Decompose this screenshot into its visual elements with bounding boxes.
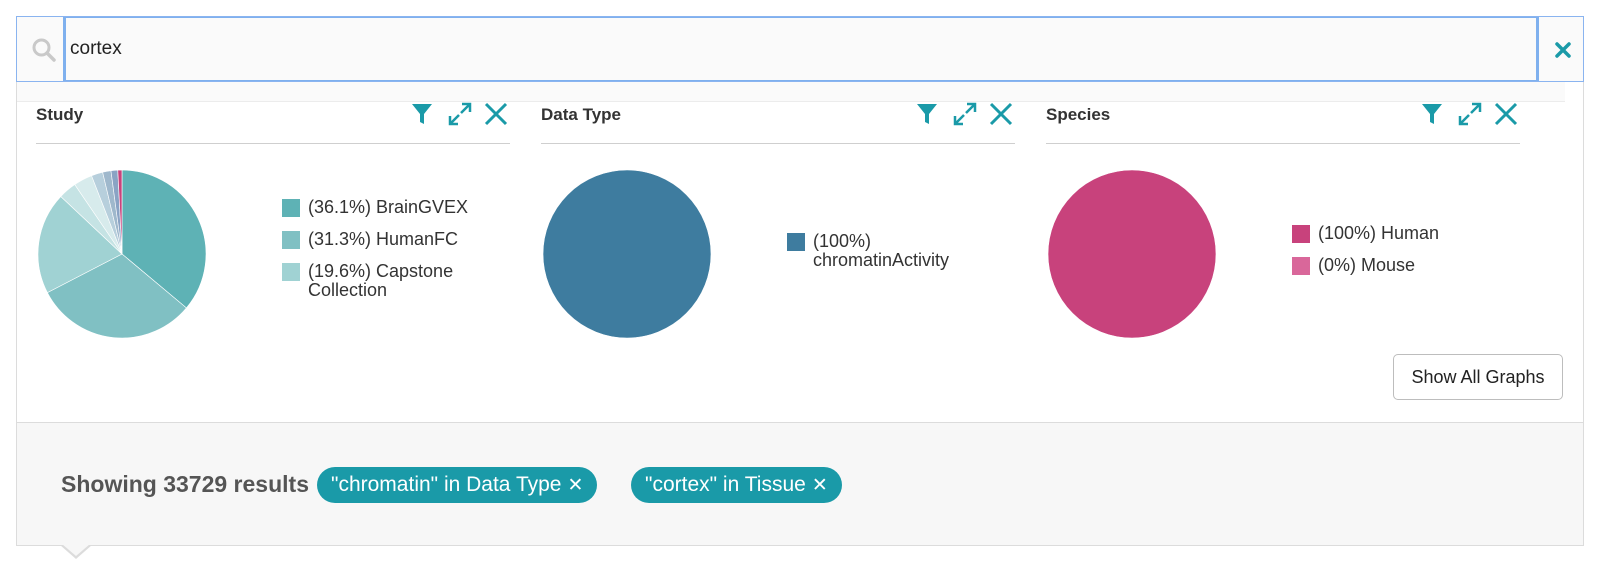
legend-item[interactable]: (0%) Mouse: [1292, 256, 1492, 275]
legend-item[interactable]: (19.6%) Capstone Collection: [282, 262, 472, 300]
filter-chip-tissue[interactable]: "cortex" in Tissue ✕: [631, 467, 842, 503]
card-tools: [400, 100, 510, 130]
filter-icon[interactable]: [408, 100, 436, 128]
panel-top-band: [17, 82, 1565, 102]
close-icon[interactable]: [1492, 100, 1520, 128]
legend-label: (36.1%) BrainGVEX: [308, 197, 469, 217]
clear-search-icon[interactable]: [1551, 36, 1575, 62]
pie-slice[interactable]: [542, 169, 712, 339]
results-count: Showing 33729 results: [61, 471, 309, 497]
card-title: Data Type: [541, 105, 621, 124]
card-title: Species: [1046, 105, 1111, 124]
results-pointer-fill: [62, 544, 90, 556]
chip-label: "cortex" in Tissue: [645, 473, 806, 496]
filter-icon[interactable]: [913, 100, 941, 128]
search-bar: [16, 16, 1584, 82]
close-icon[interactable]: [482, 100, 510, 128]
card-tools: [905, 100, 1015, 130]
study-card: Study (36.1%) BrainGVEX (31.3%) HumanFC …: [36, 102, 510, 402]
legend-item[interactable]: (36.1%) BrainGVEX: [282, 198, 482, 217]
filter-icon[interactable]: [1418, 100, 1446, 128]
legend-swatch: [282, 263, 300, 281]
chip-label: "chromatin" in Data Type: [331, 473, 562, 496]
results-bar: Showing 33729 results "chromatin" in Dat…: [16, 422, 1584, 546]
species-legend: (100%) Human (0%) Mouse: [1292, 224, 1492, 288]
expand-icon[interactable]: [951, 100, 979, 128]
study-legend: (36.1%) BrainGVEX (31.3%) HumanFC (19.6%…: [282, 198, 482, 313]
remove-filter-icon[interactable]: ✕: [812, 475, 828, 496]
filter-chip-data-type[interactable]: "chromatin" in Data Type ✕: [317, 467, 598, 503]
charts-panel: Study (36.1%) BrainGVEX (31.3%) HumanFC …: [16, 82, 1584, 422]
legend-item[interactable]: (100%) Human: [1292, 224, 1492, 243]
card-header: Study: [36, 102, 510, 144]
legend-item[interactable]: (100%) chromatinActivity: [787, 231, 950, 270]
data-type-legend: (100%) chromatinActivity: [787, 231, 950, 283]
expand-icon[interactable]: [1456, 100, 1484, 128]
study-pie-chart[interactable]: [36, 168, 208, 340]
card-tools: [1410, 100, 1520, 130]
species-pie-chart[interactable]: [1046, 168, 1218, 340]
show-all-graphs-button[interactable]: Show All Graphs: [1393, 354, 1563, 400]
pie-slice[interactable]: [1047, 169, 1217, 339]
legend-label: (100%) chromatinActivity: [813, 231, 950, 270]
legend-label: (31.3%) HumanFC: [308, 229, 459, 249]
legend-label: (19.6%) Capstone Collection: [308, 261, 454, 300]
data-type-pie-chart[interactable]: [541, 168, 713, 340]
legend-swatch: [282, 231, 300, 249]
legend-swatch: [282, 199, 300, 217]
legend-label: (100%) Human: [1318, 223, 1440, 243]
card-header: Data Type: [541, 102, 1015, 144]
search-icon: [32, 38, 56, 62]
expand-icon[interactable]: [446, 100, 474, 128]
legend-swatch: [787, 233, 805, 251]
card-header: Species: [1046, 102, 1520, 144]
legend-swatch: [1292, 257, 1310, 275]
remove-filter-icon[interactable]: ✕: [567, 475, 583, 496]
card-title: Study: [36, 105, 84, 124]
search-input[interactable]: [63, 17, 1539, 81]
legend-label: (0%) Mouse: [1318, 255, 1416, 275]
legend-swatch: [1292, 225, 1310, 243]
close-icon[interactable]: [987, 100, 1015, 128]
legend-item[interactable]: (31.3%) HumanFC: [282, 230, 482, 249]
data-type-card: Data Type (100%) chromatinActivity: [541, 102, 1015, 402]
